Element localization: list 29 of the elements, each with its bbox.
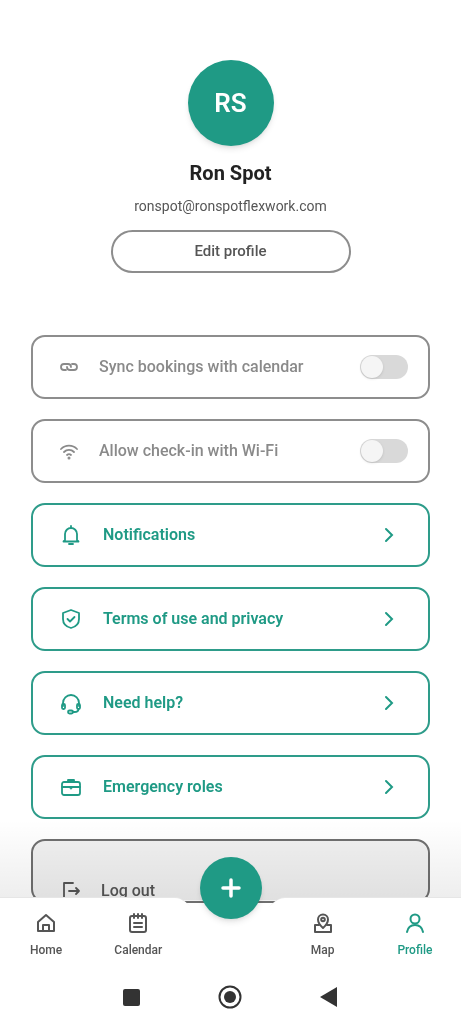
toggle-switch[interactable] [360, 439, 408, 463]
menu-link[interactable]: Need help? [31, 671, 430, 735]
nav-tab[interactable]: Map [276, 911, 369, 959]
back-icon[interactable] [320, 987, 338, 1007]
nav-tab[interactable]: Profile [368, 911, 461, 959]
setting-label: Sync bookings with calendar [99, 356, 305, 378]
chevron-right-icon [384, 611, 394, 627]
nav-tab[interactable]: Home [0, 911, 93, 959]
user-name: Ron Spot [189, 160, 272, 187]
headset-icon [59, 691, 83, 715]
toggle-switch[interactable] [360, 355, 408, 379]
menu-label: Notifications [103, 524, 197, 546]
home-button-icon[interactable] [218, 985, 242, 1009]
chevron-right-icon [384, 527, 394, 543]
menu-link[interactable]: Emergency roles [31, 755, 430, 819]
shield-check-icon [59, 607, 83, 631]
menu-label: Terms of use and privacy [103, 608, 285, 630]
menu-label: Need help? [103, 692, 185, 714]
menu-link[interactable]: Notifications [31, 503, 430, 567]
chevron-right-icon [384, 695, 394, 711]
nav-tab[interactable]: Calendar [92, 911, 185, 959]
chevron-right-icon [384, 779, 394, 795]
menu-label: Emergency roles [103, 776, 224, 798]
plus-icon [218, 876, 243, 900]
avatar: RS [187, 60, 274, 146]
menu-link[interactable]: Terms of use and privacy [31, 587, 430, 651]
user-email: ronspot@ronspotflexwork.com [134, 197, 327, 216]
setting-label: Allow check-in with Wi-Fi [99, 440, 280, 462]
edit-profile-button[interactable]: Edit profile [110, 230, 351, 273]
